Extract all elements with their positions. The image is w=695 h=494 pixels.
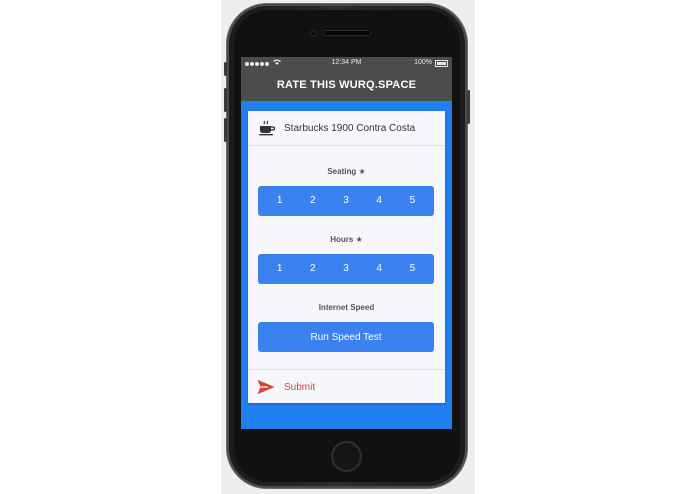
place-name: Starbucks 1900 Contra Costa [284, 122, 416, 134]
seating-option-5[interactable]: 5 [398, 186, 426, 216]
place-row: Starbucks 1900 Contra Costa [248, 111, 445, 146]
seating-rating: 1 2 3 4 5 [258, 186, 434, 216]
hours-option-5[interactable]: 5 [398, 254, 426, 284]
internet-speed-label: Internet Speed [318, 303, 375, 312]
seating-option-2[interactable]: 2 [299, 186, 327, 216]
app-screen: 12:34 PM 100% RATE THIS WURQ.SPACE Starb… [241, 57, 452, 429]
rating-card: Starbucks 1900 Contra Costa Seating ★ 1 … [248, 111, 445, 403]
battery-icon [435, 59, 448, 67]
hours-rating: 1 2 3 4 5 [258, 254, 434, 284]
seating-label: Seating ★ [327, 167, 366, 176]
seating-option-3[interactable]: 3 [332, 186, 360, 216]
volume-down-button [224, 118, 227, 142]
page-title: RATE THIS WURQ.SPACE [276, 79, 417, 91]
home-button[interactable] [331, 441, 362, 472]
volume-up-button [224, 88, 227, 112]
earpiece-speaker [323, 30, 371, 36]
submit-label: Submit [284, 381, 316, 393]
hours-option-1[interactable]: 1 [266, 254, 294, 284]
battery-indicator: 100% [414, 59, 448, 67]
hours-label: Hours ★ [330, 235, 363, 244]
battery-percent: 100% [414, 59, 432, 66]
app-bar: RATE THIS WURQ.SPACE [241, 69, 452, 101]
hours-option-2[interactable]: 2 [299, 254, 327, 284]
hours-option-3[interactable]: 3 [332, 254, 360, 284]
coffee-cup-icon [258, 120, 276, 136]
power-button [467, 90, 470, 124]
hours-option-4[interactable]: 4 [365, 254, 393, 284]
submit-button[interactable]: Submit [248, 369, 445, 404]
seating-option-4[interactable]: 4 [365, 186, 393, 216]
mute-switch [224, 62, 227, 76]
front-camera [310, 30, 317, 37]
run-speed-test-button[interactable]: Run Speed Test [258, 322, 434, 352]
seating-option-1[interactable]: 1 [266, 186, 294, 216]
send-icon [257, 379, 275, 395]
status-bar: 12:34 PM 100% [241, 57, 452, 69]
